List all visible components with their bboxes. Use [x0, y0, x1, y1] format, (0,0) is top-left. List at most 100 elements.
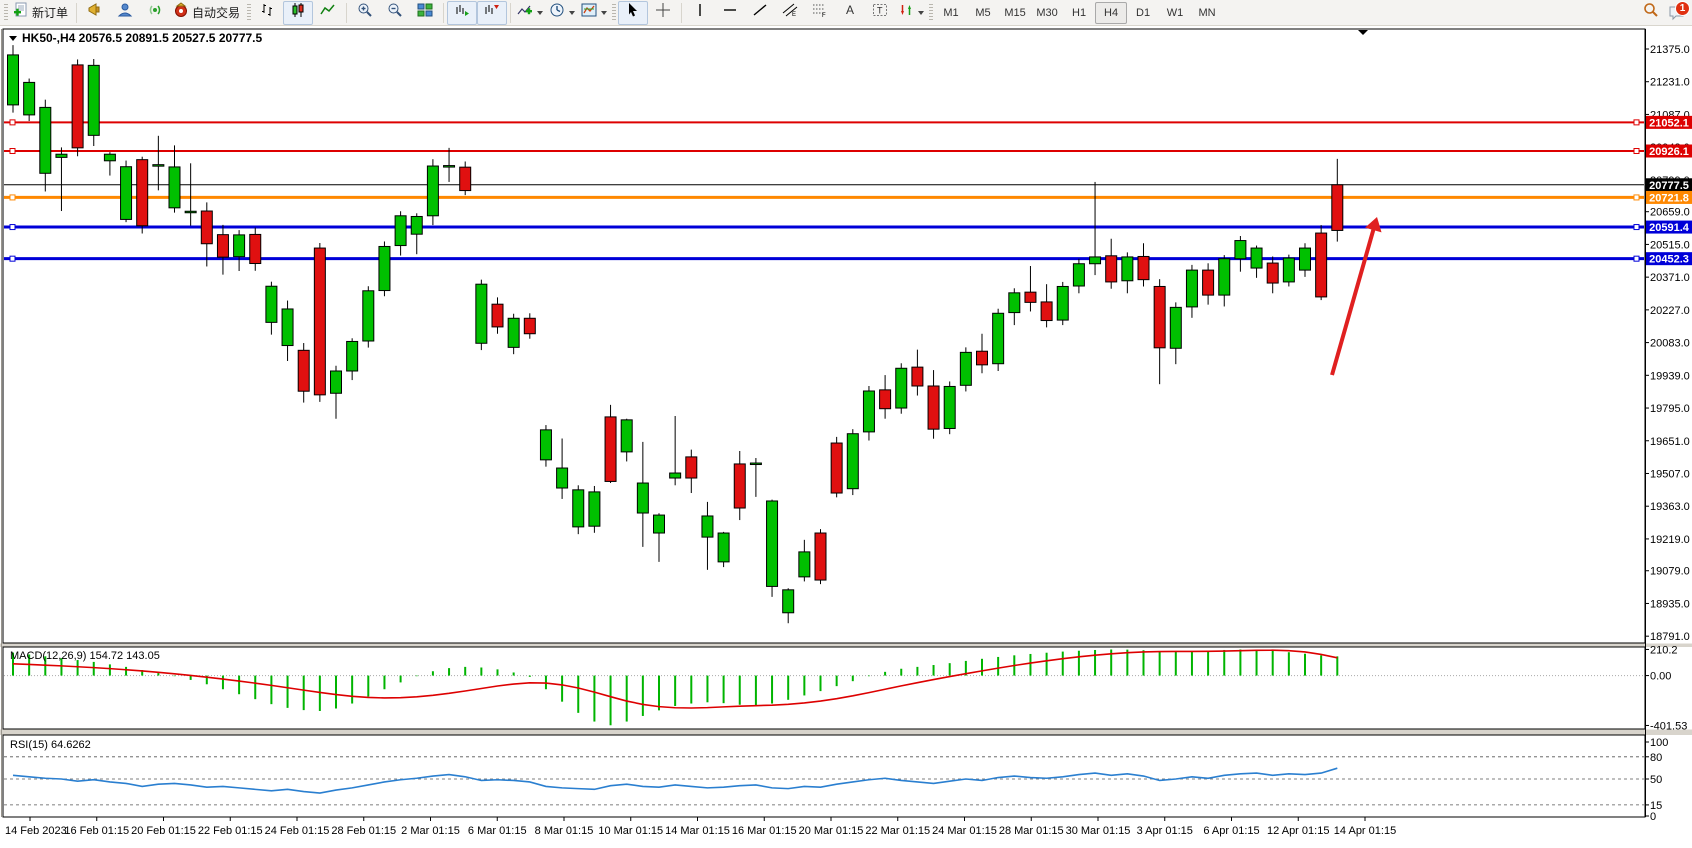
market-watch-button[interactable]: [80, 1, 110, 25]
toolbar-grip[interactable]: [4, 4, 8, 22]
candle: [72, 65, 83, 148]
price-tick-label: 20371.0: [1650, 272, 1690, 284]
hline-handle[interactable]: [10, 120, 15, 125]
candle: [1009, 293, 1020, 313]
horizontal-line-button[interactable]: [715, 1, 745, 25]
fibonacci-button[interactable]: F: [805, 1, 835, 25]
hline-handle[interactable]: [1634, 195, 1639, 200]
candlestick-chart-button[interactable]: [283, 1, 313, 25]
rsi-tick-label: 80: [1650, 752, 1662, 764]
candle: [460, 167, 471, 190]
chart-canvas[interactable]: 21375.021231.021087.020943.020799.020659…: [0, 26, 1692, 848]
periods-button[interactable]: [546, 1, 578, 25]
auto-trading-label: 自动交易: [192, 4, 242, 21]
timeframe-button-m15[interactable]: M15: [999, 2, 1031, 24]
bar-chart-icon: [260, 2, 276, 23]
price-badge-label: 20926.1: [1649, 146, 1689, 158]
tile-windows-button[interactable]: [410, 1, 440, 25]
timeframe-button-h4[interactable]: H4: [1095, 2, 1127, 24]
candle: [1316, 233, 1327, 297]
hline-handle[interactable]: [1634, 225, 1639, 230]
macd-pane[interactable]: [3, 647, 1645, 729]
hline-handle[interactable]: [1634, 120, 1639, 125]
auto-scroll-icon: [454, 2, 470, 23]
profile-button[interactable]: [110, 1, 140, 25]
chat-button[interactable]: 1: [1666, 2, 1688, 24]
candle: [169, 167, 180, 208]
candle: [831, 443, 842, 493]
candle: [1073, 264, 1084, 286]
time-tick-label: 3 Apr 01:15: [1137, 825, 1193, 837]
macd-tick-label: 210.2: [1650, 644, 1678, 656]
candle: [8, 55, 19, 105]
price-badge-label: 20591.4: [1649, 222, 1690, 234]
price-badge-label: 20452.3: [1649, 254, 1689, 266]
channel-button[interactable]: E: [775, 1, 805, 25]
toolbar-grip[interactable]: [929, 4, 933, 22]
candle: [88, 65, 99, 135]
arrows-button[interactable]: [895, 1, 927, 25]
candle: [347, 341, 358, 371]
timeframe-button-m1[interactable]: M1: [935, 2, 967, 24]
chevron-down-icon: [569, 11, 575, 15]
timeframe-button-m30[interactable]: M30: [1031, 2, 1063, 24]
candle: [234, 235, 245, 257]
cursor-button[interactable]: [618, 1, 648, 25]
candle: [217, 235, 228, 257]
candle: [912, 367, 923, 386]
price-tick-label: 18791.0: [1650, 631, 1690, 643]
hline-handle[interactable]: [1634, 149, 1639, 154]
text-button[interactable]: A: [835, 1, 865, 25]
channel-icon: E: [782, 2, 798, 23]
new-order-icon: [13, 2, 29, 23]
candle: [40, 107, 51, 173]
crosshair-button[interactable]: [648, 1, 678, 25]
toolbar: 新订单 自动交易: [0, 0, 1692, 26]
candle: [1106, 256, 1117, 282]
timeframe-button-mn[interactable]: MN: [1191, 2, 1223, 24]
chevron-down-icon: [537, 11, 543, 15]
chart-shift-button[interactable]: [477, 1, 507, 25]
templates-button[interactable]: [578, 1, 610, 25]
svg-text:T: T: [877, 6, 883, 16]
candle: [1267, 263, 1278, 283]
auto-trading-button[interactable]: 自动交易: [170, 1, 245, 25]
hline-handle[interactable]: [10, 256, 15, 261]
price-badge-label: 21052.1: [1649, 117, 1689, 129]
candle: [444, 166, 455, 168]
candle: [783, 590, 794, 613]
price-axis: 21375.021231.021087.020943.020799.020659…: [1645, 44, 1690, 643]
text-label-button[interactable]: T: [865, 1, 895, 25]
candle: [185, 211, 196, 213]
timeframe-button-d1[interactable]: D1: [1127, 2, 1159, 24]
candle: [1219, 259, 1230, 295]
zoom-out-button[interactable]: [380, 1, 410, 25]
indicators-button[interactable]: [514, 1, 546, 25]
vertical-line-button[interactable]: [685, 1, 715, 25]
toolbar-grip[interactable]: [247, 4, 251, 22]
price-tick-label: 19795.0: [1650, 403, 1690, 415]
price-tick-label: 21375.0: [1650, 44, 1690, 56]
trendline-button[interactable]: [745, 1, 775, 25]
bar-chart-button[interactable]: [253, 1, 283, 25]
candle: [896, 368, 907, 408]
search-icon[interactable]: [1642, 1, 1660, 24]
zoom-in-button[interactable]: [350, 1, 380, 25]
timeframe-button-w1[interactable]: W1: [1159, 2, 1191, 24]
hline-handle[interactable]: [10, 149, 15, 154]
new-order-button[interactable]: 新订单: [10, 1, 73, 25]
signal-button[interactable]: [140, 1, 170, 25]
hline-handle[interactable]: [1634, 256, 1639, 261]
timeframe-button-m5[interactable]: M5: [967, 2, 999, 24]
timeframe-button-h1[interactable]: H1: [1063, 2, 1095, 24]
new-order-label: 新订单: [32, 4, 70, 21]
line-chart-button[interactable]: [313, 1, 343, 25]
svg-text:E: E: [792, 12, 796, 18]
auto-scroll-button[interactable]: [447, 1, 477, 25]
toolbar-grip[interactable]: [612, 4, 616, 22]
price-tick-label: 19651.0: [1650, 436, 1690, 448]
hline-handle[interactable]: [10, 225, 15, 230]
hline-handle[interactable]: [10, 195, 15, 200]
zoom-in-icon: [357, 2, 373, 23]
price-badge-label: 20721.8: [1649, 192, 1689, 204]
